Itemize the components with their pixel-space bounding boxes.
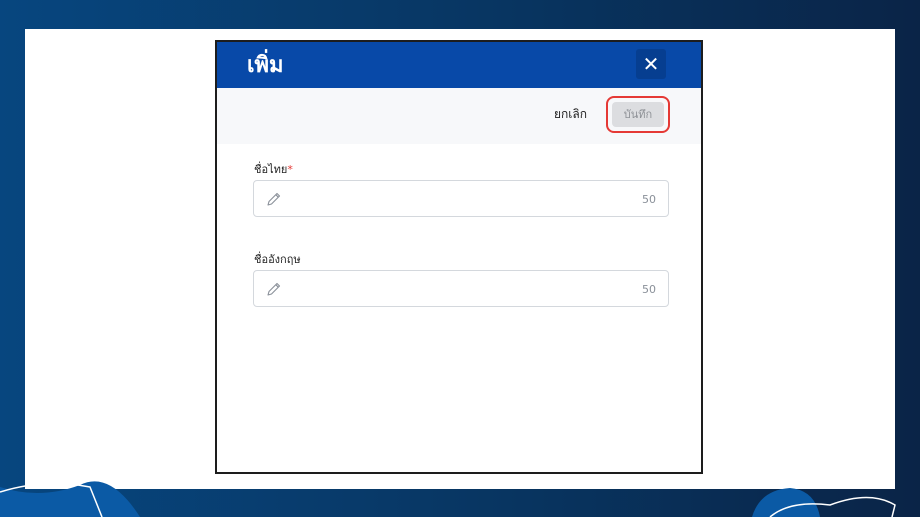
dialog-header: เพิ่ม ✕ <box>217 42 701 88</box>
save-button-highlight: บันทึก <box>606 96 670 133</box>
dialog-toolbar: ยกเลิก บันทึก <box>217 88 701 144</box>
wave-line-right <box>769 496 896 517</box>
add-dialog: เพิ่ม ✕ ยกเลิก บันทึก ชื่อไทย* 50 ชื่ออั… <box>215 40 703 474</box>
pencil-icon <box>267 192 281 206</box>
save-button[interactable]: บันทึก <box>612 102 664 127</box>
english-name-label: ชื่ออังกฤษ <box>254 253 301 266</box>
char-counter: 50 <box>642 193 656 206</box>
pencil-icon <box>267 282 281 296</box>
wave-shape-right <box>752 488 820 517</box>
dialog-title: เพิ่ม <box>247 53 284 78</box>
english-name-label-text: ชื่ออังกฤษ <box>254 253 301 266</box>
required-mark: * <box>287 163 293 176</box>
thai-name-label-text: ชื่อไทย <box>254 163 288 176</box>
close-button[interactable]: ✕ <box>636 49 666 79</box>
cancel-button[interactable]: ยกเลิก <box>554 107 587 121</box>
thai-name-label: ชื่อไทย* <box>254 163 293 176</box>
thai-name-input[interactable]: 50 <box>253 180 669 217</box>
english-name-input[interactable]: 50 <box>253 270 669 307</box>
char-counter: 50 <box>642 283 656 296</box>
close-icon: ✕ <box>642 52 660 76</box>
